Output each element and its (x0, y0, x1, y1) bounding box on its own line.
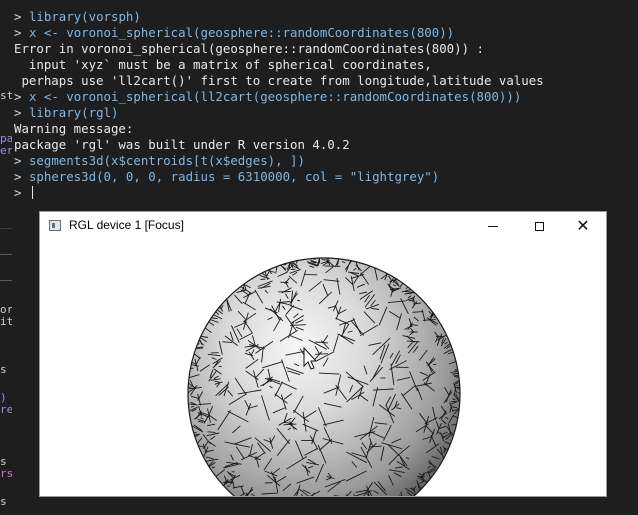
strip-fragment: pa (0, 133, 12, 145)
console-command-line: > spheres3d(0, 0, 0, radius = 6310000, c… (14, 169, 439, 185)
console-command-line: > library(rgl) (14, 105, 118, 121)
console-command-line: > (14, 185, 33, 201)
window-titlebar[interactable]: RGL device 1 [Focus] ✕ (40, 212, 606, 240)
console-prompt: > (14, 153, 22, 168)
voronoi-edge (188, 367, 194, 370)
command-text: library(rgl) (28, 105, 119, 120)
console-output-line: perhaps use 'll2cart()' first to create … (14, 73, 544, 88)
strip-fragment: or (0, 304, 12, 316)
strip-fragment: ) (0, 392, 7, 404)
strip-fragment: st (0, 90, 12, 102)
command-text: x <- voronoi_spherical(geosphere::random… (28, 25, 455, 40)
pane-divider (0, 280, 12, 281)
command-text: segments3d(x$centroids[t(x$edges), ]) (28, 153, 305, 168)
console-output-line: Warning message: (14, 121, 134, 136)
console-output-line: Error in voronoi_spherical(geosphere::ra… (14, 41, 484, 56)
strip-fragment: s (0, 496, 7, 508)
console-output-line: input 'xyz` must be a matrix of spherica… (14, 57, 432, 72)
console-command-line: > segments3d(x$centroids[t(x$edges), ]) (14, 153, 305, 169)
sphere (188, 258, 460, 496)
strip-fragment: re (0, 404, 12, 416)
voronoi-edge (315, 353, 328, 355)
rgl-canvas[interactable] (40, 240, 606, 496)
voronoi-edge (207, 431, 216, 433)
console-command-line: > library(vorsph) (14, 9, 141, 25)
rgl-window-icon (49, 220, 61, 231)
console-prompt: > (14, 9, 22, 24)
minimize-button[interactable] (470, 212, 516, 240)
console-output-line: package 'rgl' was built under R version … (14, 137, 350, 152)
console-prompt: > (14, 89, 22, 104)
pane-divider (0, 228, 12, 229)
command-text: library(vorsph) (28, 9, 141, 24)
strip-fragment: it (0, 316, 12, 328)
strip-fragment: s (0, 456, 7, 468)
maximize-icon (534, 221, 544, 231)
voronoi-edge (222, 341, 233, 343)
voronoi-edge (451, 423, 460, 426)
voronoi-edge (260, 278, 266, 280)
voronoi-edge (324, 265, 341, 267)
window-title: RGL device 1 [Focus] (69, 218, 184, 232)
voronoi-edge (313, 258, 316, 260)
console-command-line: > x <- voronoi_spherical(geosphere::rand… (14, 25, 454, 41)
close-icon: ✕ (576, 216, 590, 235)
pane-divider (0, 254, 12, 255)
voronoi-edge (321, 259, 326, 261)
console-prompt: > (14, 185, 22, 200)
text-cursor (31, 186, 33, 199)
console-prompt: > (14, 25, 22, 40)
console-prompt: > (14, 169, 22, 184)
console-prompt: > (14, 105, 22, 120)
command-text: x <- voronoi_spherical(ll2cart(geosphere… (28, 89, 522, 104)
strip-fragment: s (0, 364, 7, 376)
maximize-button[interactable] (516, 212, 562, 240)
voronoi-sphere-render (187, 257, 461, 496)
strip-fragment: er (0, 145, 12, 157)
minimize-icon (488, 225, 498, 227)
console-command-line: > x <- voronoi_spherical(ll2cart(geosphe… (14, 89, 521, 105)
command-text: spheres3d(0, 0, 0, radius = 6310000, col… (28, 169, 440, 184)
strip-fragment: rs (0, 468, 12, 480)
rgl-device-window[interactable]: RGL device 1 [Focus] ✕ (39, 211, 607, 497)
close-button[interactable]: ✕ (560, 212, 606, 240)
